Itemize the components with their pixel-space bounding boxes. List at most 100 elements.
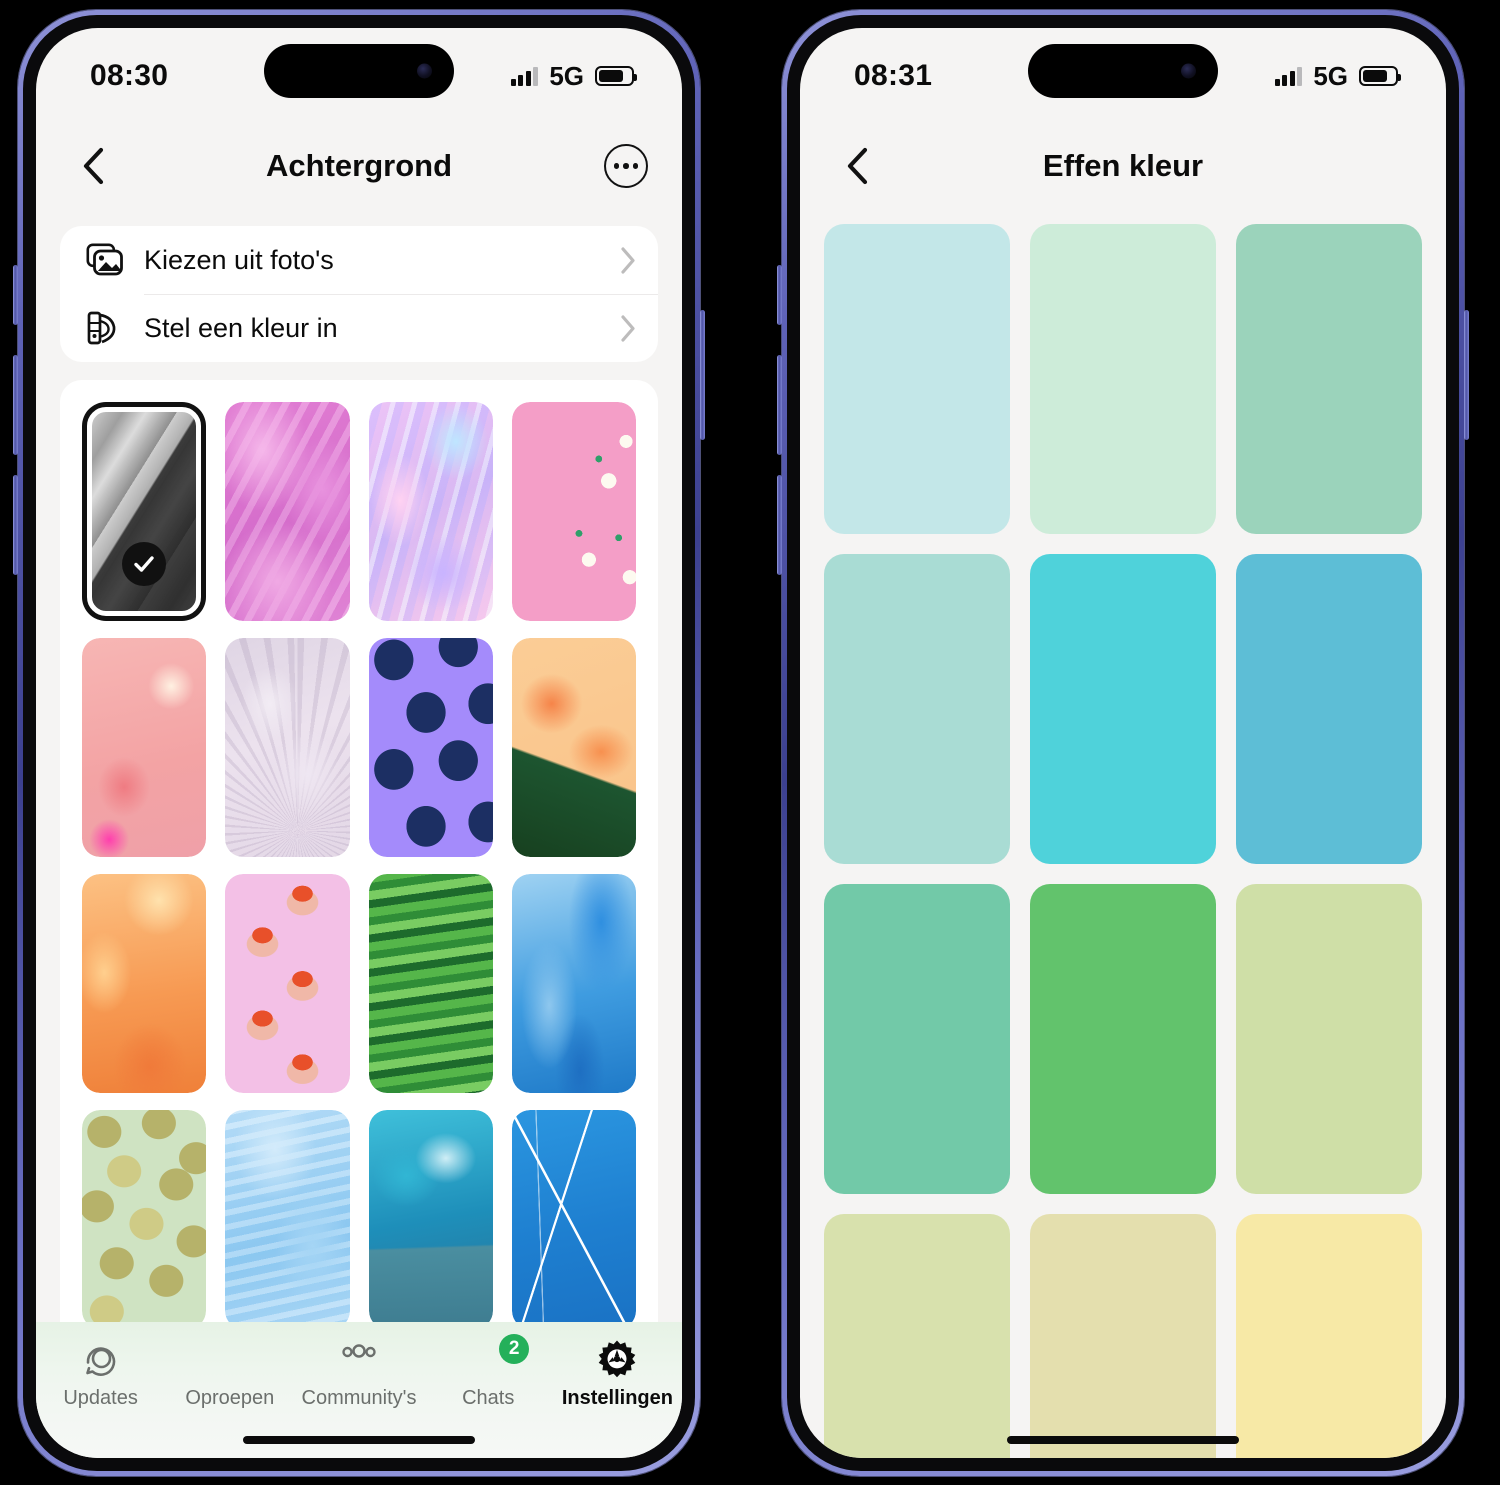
wallpaper-thumb-macarons-mint[interactable] xyxy=(82,1110,207,1330)
volume-up-button[interactable] xyxy=(777,355,782,455)
network-type-label: 5G xyxy=(1313,60,1348,91)
chevron-right-icon xyxy=(621,246,635,274)
tab-label: Oproepen xyxy=(185,1387,275,1409)
volume-down-button[interactable] xyxy=(777,475,782,575)
home-indicator[interactable] xyxy=(243,1436,475,1444)
wallpaper-thumb-pink-roses-palms[interactable] xyxy=(511,402,636,622)
color-swatch-pale-aqua[interactable] xyxy=(824,554,1010,864)
option-label: Kiezen uit foto's xyxy=(144,244,334,275)
wallpaper-art xyxy=(225,874,350,1094)
wallpaper-thumb-light-blue-silk[interactable] xyxy=(225,1110,350,1330)
volume-down-button[interactable] xyxy=(13,475,18,575)
solid-color-grid xyxy=(800,208,1446,1458)
phone-icon xyxy=(211,1338,249,1380)
wallpaper-art xyxy=(225,638,350,858)
color-swatch-pale-olive[interactable] xyxy=(1236,884,1422,1194)
wallpaper-art xyxy=(511,874,636,1094)
wallpaper-thumb-green-agave-leaves[interactable] xyxy=(368,874,493,1094)
home-indicator[interactable] xyxy=(1007,1436,1239,1444)
color-swatch-light-lime[interactable] xyxy=(824,1214,1010,1458)
power-button[interactable] xyxy=(1464,310,1469,440)
tab-communities[interactable]: Community's xyxy=(294,1338,423,1410)
color-swatch-jade-green[interactable] xyxy=(824,884,1010,1194)
status-bar: 08:30 5G xyxy=(36,28,682,124)
nav-bar: Achtergrond xyxy=(36,124,682,208)
more-options-button[interactable] xyxy=(604,144,648,188)
wallpaper-thumb-sand-dune-grayscale[interactable] xyxy=(82,402,207,622)
wallpaper-art xyxy=(511,638,636,858)
wallpaper-thumb-blue-alcohol-ink[interactable] xyxy=(368,1110,493,1330)
color-swatch-pale-cyan[interactable] xyxy=(824,224,1010,534)
dot xyxy=(613,163,620,169)
gear-icon xyxy=(597,1338,637,1380)
color-swatch-sky-teal[interactable] xyxy=(1236,554,1422,864)
dot xyxy=(632,163,639,169)
signal-strength-icon xyxy=(510,66,539,86)
status-indicators: 5G xyxy=(510,60,637,92)
tab-updates[interactable]: Updates xyxy=(36,1338,165,1410)
color-swatch-pale-yellow[interactable] xyxy=(1236,1214,1422,1458)
wallpaper-art xyxy=(368,874,493,1094)
wallpaper-art xyxy=(511,1110,636,1330)
back-button[interactable] xyxy=(70,143,116,189)
color-swatch-medium-green[interactable] xyxy=(1030,884,1216,1194)
wallpaper-art xyxy=(82,638,207,858)
wallpaper-thumb-blue-abstract[interactable] xyxy=(511,874,636,1094)
wallpaper-thumb-orange-orchids[interactable] xyxy=(511,638,636,858)
dynamic-island xyxy=(1028,44,1218,98)
tab-chats[interactable]: 2 Chats xyxy=(424,1334,553,1410)
screen-solid-color-picker: 08:31 5G Effen kleur xyxy=(800,28,1446,1458)
phone-device-right: 08:31 5G Effen kleur xyxy=(777,10,1469,1476)
wallpaper-thumb-pink-peony[interactable] xyxy=(225,402,350,622)
tab-calls[interactable]: Oproepen xyxy=(165,1338,294,1410)
tab-label: Instellingen xyxy=(561,1387,673,1409)
tab-label: Updates xyxy=(63,1387,138,1409)
tab-settings[interactable]: Instellingen xyxy=(553,1338,682,1410)
updates-icon xyxy=(82,1338,120,1380)
wallpaper-thumb-dandelion-seeds[interactable] xyxy=(225,638,350,858)
color-fan-icon xyxy=(86,310,130,346)
wallpaper-thumb-pink-floral[interactable] xyxy=(82,638,207,858)
back-button[interactable] xyxy=(834,143,880,189)
chevron-left-icon xyxy=(847,147,868,185)
wallpaper-thumb-holographic-foil[interactable] xyxy=(368,402,493,622)
signal-strength-icon xyxy=(1274,66,1303,86)
nav-bar: Effen kleur xyxy=(800,124,1446,208)
mute-switch[interactable] xyxy=(13,265,18,325)
color-swatch-turquoise[interactable] xyxy=(1030,554,1216,864)
volume-up-button[interactable] xyxy=(13,355,18,455)
phone-bezel-right: 08:31 5G Effen kleur xyxy=(787,15,1459,1471)
tab-label: Community's xyxy=(301,1387,417,1409)
color-swatch-khaki[interactable] xyxy=(1030,1214,1216,1458)
option-label: Stel een kleur in xyxy=(144,312,338,343)
option-set-a-color[interactable]: Stel een kleur in xyxy=(60,294,658,362)
wallpaper-thumb-orange-abstract[interactable] xyxy=(82,874,207,1094)
network-type-label: 5G xyxy=(549,60,584,91)
screen-wallpaper-picker: 08:30 5G Achtergrond Kiezen uit foto's S… xyxy=(36,28,682,1458)
status-clock: 08:31 xyxy=(854,59,933,92)
chevron-right-icon xyxy=(621,314,635,342)
page-title: Achtergrond xyxy=(266,148,452,183)
wallpaper-thumb-navy-figs-purple[interactable] xyxy=(368,638,493,858)
battery-icon xyxy=(595,66,637,86)
people-icon xyxy=(338,1338,380,1380)
front-camera-icon xyxy=(417,63,432,79)
tab-label: Chats xyxy=(462,1387,515,1409)
wallpaper-thumb-blue-pool-lines[interactable] xyxy=(511,1110,636,1330)
tab-badge: 2 xyxy=(499,1334,530,1364)
phone-bezel-left: 08:30 5G Achtergrond Kiezen uit foto's S… xyxy=(23,15,695,1471)
photo-stack-icon xyxy=(86,243,130,277)
color-swatch-pale-mint[interactable] xyxy=(1030,224,1216,534)
wallpaper-art xyxy=(511,402,636,622)
status-clock: 08:30 xyxy=(90,59,169,92)
wallpaper-thumb-pink-sunglasses[interactable] xyxy=(225,874,350,1094)
wallpaper-art xyxy=(82,874,207,1094)
screenshot-stage: 08:30 5G Achtergrond Kiezen uit foto's S… xyxy=(0,0,1500,1485)
color-swatch-sea-green[interactable] xyxy=(1236,224,1422,534)
power-button[interactable] xyxy=(700,310,705,440)
wallpaper-source-card: Kiezen uit foto's Stel een kleur in xyxy=(60,226,658,362)
option-choose-from-photos[interactable]: Kiezen uit foto's xyxy=(60,226,658,294)
check-icon xyxy=(122,541,167,586)
page-title: Effen kleur xyxy=(1042,148,1204,183)
mute-switch[interactable] xyxy=(777,265,782,325)
